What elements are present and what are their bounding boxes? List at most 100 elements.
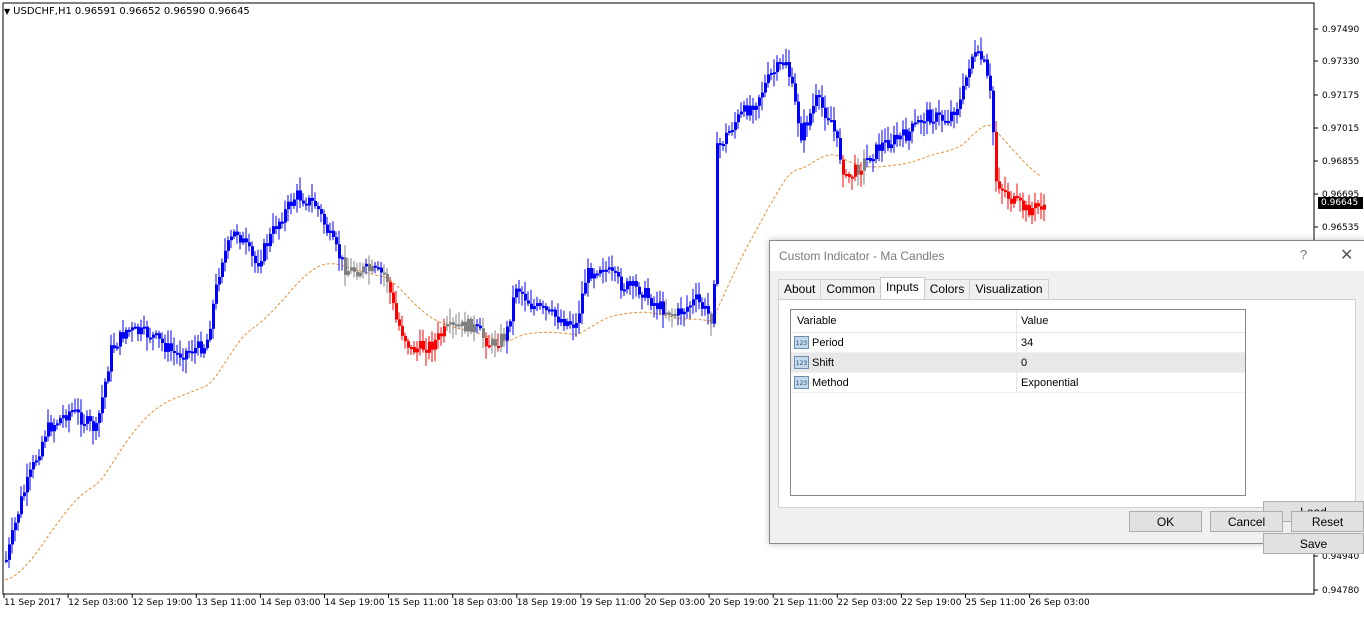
candle-body — [251, 246, 254, 256]
time-tick-label: 11 Sep 2017 — [4, 598, 61, 608]
candle-body — [581, 293, 584, 314]
price-tick-label: 0.97490 — [1322, 25, 1359, 35]
input-value[interactable]: 34 — [1021, 337, 1033, 349]
candle-body — [20, 496, 23, 515]
candle-body — [653, 303, 656, 306]
candle-body — [599, 269, 602, 274]
candle-body — [728, 130, 731, 133]
candle-body — [1010, 198, 1013, 204]
candle-body — [743, 105, 746, 112]
input-value[interactable]: Exponential — [1021, 377, 1079, 389]
candle-body — [1007, 191, 1010, 199]
candle-body — [230, 236, 233, 241]
candle-body — [680, 308, 683, 315]
candle-body — [215, 284, 218, 304]
tab-visualization[interactable]: Visualization — [969, 279, 1049, 299]
reset-button[interactable]: Reset — [1291, 511, 1364, 532]
tab-colors[interactable]: Colors — [923, 279, 971, 299]
candle-body — [776, 62, 779, 73]
ok-button[interactable]: OK — [1129, 511, 1202, 532]
candle-body — [257, 263, 260, 267]
dropdown-triangle-icon[interactable]: ▼ — [4, 7, 10, 16]
candle-body — [995, 132, 998, 182]
time-tick-label: 15 Sep 11:00 — [389, 598, 449, 608]
inputs-grid[interactable]: Variable Value 123 Period 34 123 Shift 0… — [790, 309, 1246, 496]
candle-body — [842, 159, 845, 175]
candle-body — [176, 352, 179, 355]
candle-body — [1019, 197, 1022, 201]
candle-body — [905, 129, 908, 141]
candle-body — [629, 281, 632, 286]
candle-body — [275, 226, 278, 229]
save-button[interactable]: Save — [1263, 533, 1364, 554]
candle-body — [677, 308, 680, 316]
candle-body — [398, 319, 401, 326]
candle-body — [992, 90, 995, 133]
candle-body — [374, 265, 377, 268]
candle-body — [656, 303, 659, 310]
candle-body — [1001, 188, 1004, 191]
candle-body — [875, 144, 878, 160]
candle-body — [53, 425, 56, 432]
custom-indicator-dialog[interactable]: Custom Indicator - Ma Candles ? ✕ About … — [769, 240, 1364, 554]
input-row-period[interactable]: 123 Period 34 — [791, 333, 1245, 353]
tab-common[interactable]: Common — [820, 279, 882, 299]
candle-body — [35, 460, 38, 463]
candle-body — [908, 131, 911, 141]
tab-about[interactable]: About — [778, 279, 822, 299]
candle-body — [860, 170, 863, 175]
price-tick-label: 0.94780 — [1322, 586, 1359, 596]
candle-body — [887, 140, 890, 149]
help-icon[interactable]: ? — [1300, 247, 1307, 262]
candle-body — [248, 242, 251, 247]
candle-body — [98, 413, 101, 424]
candle-body — [704, 306, 707, 309]
candle-body — [722, 144, 725, 147]
candle-body — [521, 291, 524, 294]
candle-body — [935, 112, 938, 122]
candle-body — [245, 238, 248, 243]
column-header-variable[interactable]: Variable — [797, 315, 837, 327]
candle-body — [488, 345, 491, 348]
column-header-value[interactable]: Value — [1021, 315, 1048, 327]
candle-body — [137, 326, 140, 335]
candle-body — [740, 111, 743, 115]
candle-body — [848, 174, 851, 178]
dialog-title-bar[interactable]: Custom Indicator - Ma Candles ? ✕ — [770, 241, 1364, 271]
candle-body — [902, 129, 905, 136]
candle-body — [86, 416, 89, 424]
input-name: Period — [812, 337, 844, 349]
candle-body — [695, 294, 698, 300]
input-row-shift[interactable]: 123 Shift 0 — [791, 353, 1245, 373]
candle-body — [410, 347, 413, 349]
candle-body — [890, 144, 893, 149]
candle-body — [428, 341, 431, 353]
candle-body — [296, 190, 299, 200]
tab-inputs[interactable]: Inputs — [880, 277, 925, 299]
candle-body — [317, 206, 320, 210]
candle-body — [524, 293, 527, 301]
candle-body — [797, 101, 800, 124]
candle-body — [83, 423, 86, 426]
candle-body — [914, 122, 917, 125]
candle-body — [641, 294, 644, 298]
candle-body — [782, 62, 785, 66]
candle-body — [857, 164, 860, 175]
candle-body — [686, 306, 689, 312]
candle-body — [647, 288, 650, 299]
candle-body — [71, 410, 74, 413]
input-value[interactable]: 0 — [1021, 357, 1027, 369]
candle-body — [446, 324, 449, 327]
close-icon[interactable]: ✕ — [1340, 245, 1353, 265]
input-row-method[interactable]: 123 Method Exponential — [791, 373, 1245, 393]
time-tick-label: 22 Sep 03:00 — [837, 598, 897, 608]
candle-body — [338, 244, 341, 259]
candle-body — [1028, 204, 1031, 216]
candle-body — [371, 265, 374, 272]
cancel-button[interactable]: Cancel — [1210, 511, 1283, 532]
candle-body — [50, 422, 53, 432]
candle-body — [575, 323, 578, 328]
candle-body — [965, 77, 968, 86]
candle-body — [380, 267, 383, 273]
candle-body — [122, 332, 125, 339]
